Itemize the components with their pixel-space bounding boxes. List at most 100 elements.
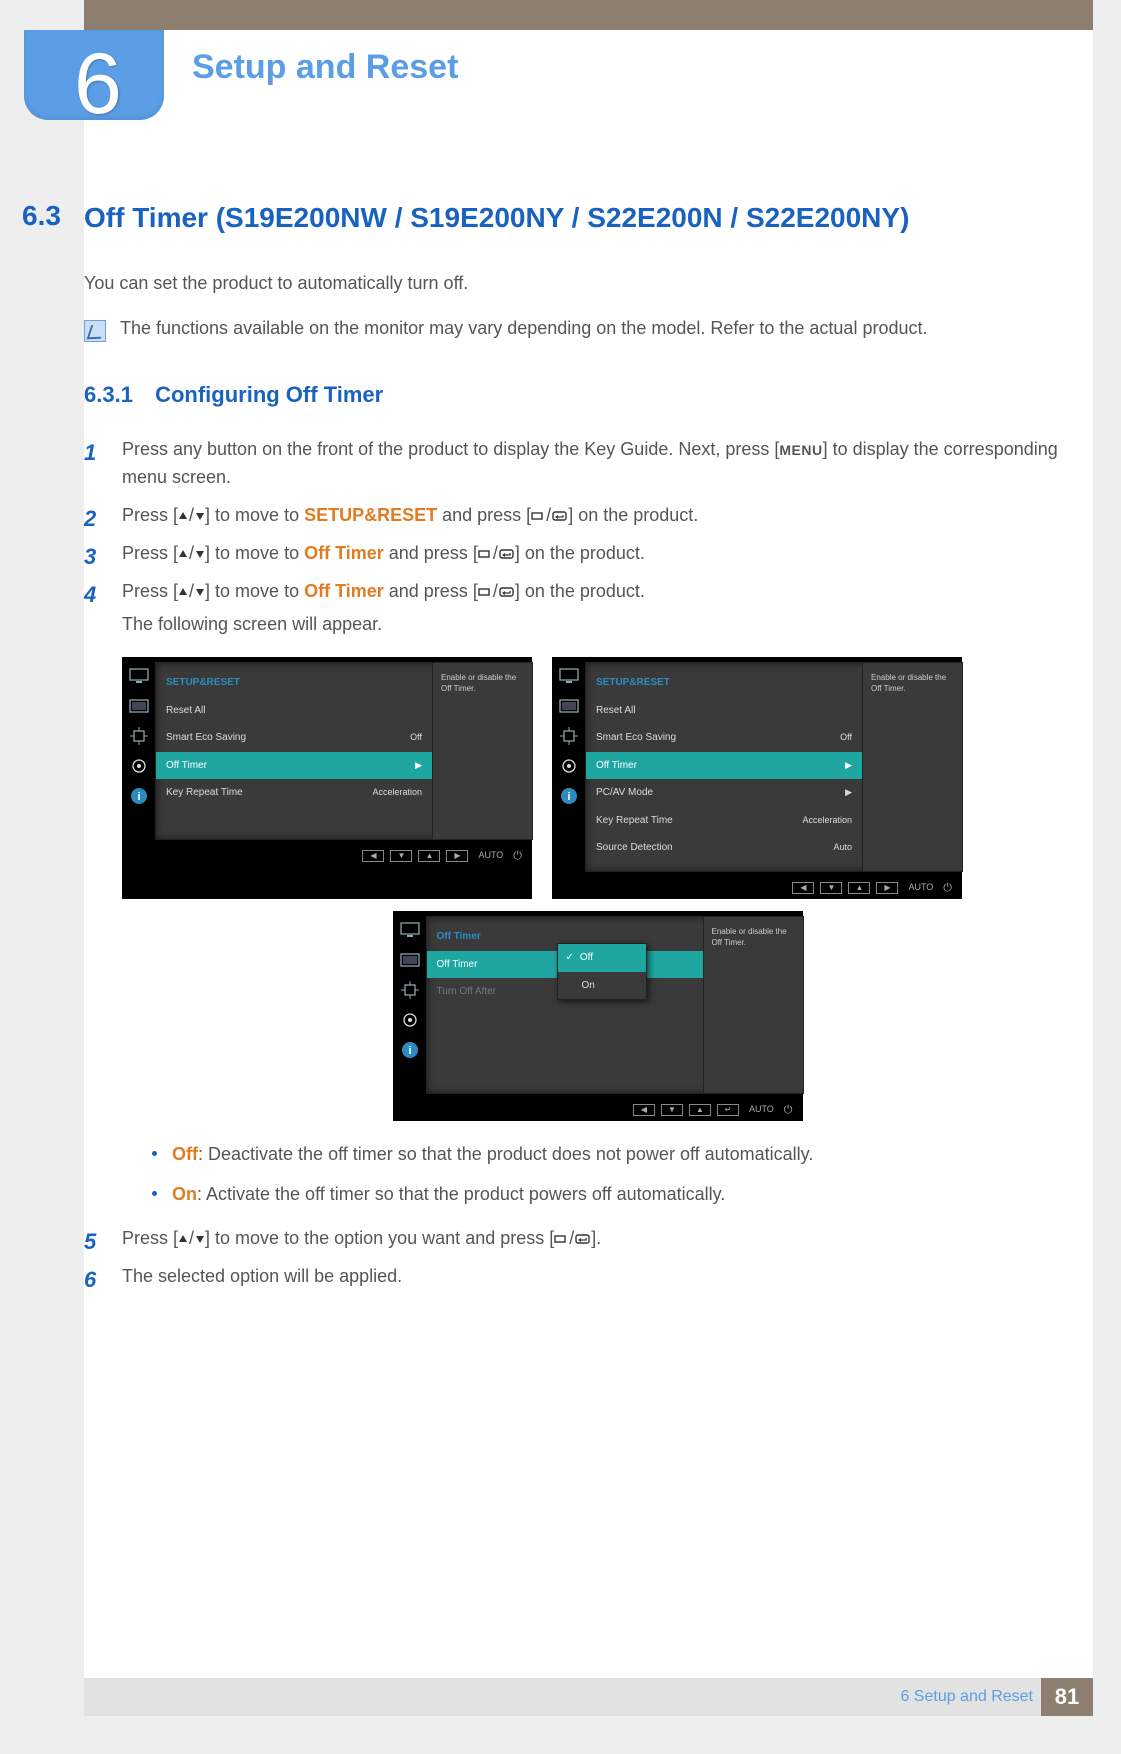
osd-side-icons: i <box>552 657 586 877</box>
osd-popup: ✓OffOn <box>557 943 647 1000</box>
info-icon: i <box>558 785 580 807</box>
osd-row: PC/AV Mode▶ <box>586 779 862 807</box>
section-number: 6.3 <box>22 200 61 232</box>
picture-icon <box>399 949 421 971</box>
step-6: The selected option will be applied. <box>84 1263 1073 1291</box>
info-icon: i <box>128 785 150 807</box>
chapter-number: 6 <box>74 35 122 134</box>
power-icon: ⏻ <box>943 880 952 897</box>
section-title: Off Timer (S19E200NW / S19E200NY / S22E2… <box>84 200 1073 235</box>
box-enter-icon: / <box>554 1232 591 1246</box>
off-timer-keyword: Off Timer <box>304 581 384 601</box>
note-text: The functions available on the monitor m… <box>120 318 927 339</box>
note-icon <box>84 320 106 342</box>
osd-row: Off Timer▶ <box>156 752 432 780</box>
osd-row: Off Timer▶ <box>586 752 862 780</box>
auto-label: AUTO <box>908 881 933 895</box>
up-icon: ▲ <box>418 850 440 862</box>
svg-text:i: i <box>137 791 140 803</box>
up-down-icon: / <box>178 585 205 599</box>
auto-label: AUTO <box>749 1103 774 1117</box>
osd-footer: ◀ ▼ ▲ ▶ AUTO ⏻ <box>122 845 532 867</box>
osd-row: Reset All <box>586 697 862 725</box>
step-4: Press [/] to move to Off Timer and press… <box>84 578 1073 1210</box>
popup-row: On <box>558 972 646 1000</box>
expand-icon <box>399 979 421 1001</box>
left-icon: ◀ <box>362 850 384 862</box>
box-enter-icon: / <box>478 547 515 561</box>
up-down-icon: / <box>178 547 205 561</box>
section-intro: You can set the product to automatically… <box>84 273 1073 294</box>
footer-text: 6 Setup and Reset <box>900 1688 1033 1706</box>
up-down-icon: / <box>178 1232 205 1246</box>
expand-icon <box>558 725 580 747</box>
subsection-title: 6.3.1 Configuring Off Timer <box>84 382 1073 408</box>
enter-icon: ↵ <box>717 1104 739 1116</box>
bullet-list: Off: Deactivate the off timer so that th… <box>152 1141 1073 1209</box>
power-icon: ⏻ <box>513 848 522 865</box>
step-3: Press [/] to move to Off Timer and press… <box>84 540 1073 568</box>
step-1: Press any button on the front of the pro… <box>84 436 1073 492</box>
right-icon: ▶ <box>876 882 898 894</box>
down-icon: ▼ <box>390 850 412 862</box>
osd-footer: ◀ ▼ ▲ ↵ AUTO ⏻ <box>393 1099 803 1121</box>
gear-icon <box>128 755 150 777</box>
svg-text:i: i <box>408 1045 411 1057</box>
menu-label: MENU <box>779 442 822 458</box>
osd-title: SETUP&RESET <box>586 671 862 697</box>
osd-screenshot-2: i SETUP&RESETReset AllSmart Eco SavingOf… <box>552 657 962 899</box>
picture-icon <box>128 695 150 717</box>
picture-icon <box>558 695 580 717</box>
up-icon: ▲ <box>848 882 870 894</box>
osd-side-icons: i <box>393 911 427 1099</box>
up-icon: ▲ <box>689 1104 711 1116</box>
left-icon: ◀ <box>633 1104 655 1116</box>
osd-row: Smart Eco SavingOff <box>586 724 862 752</box>
header-bar <box>84 0 1093 30</box>
popup-row: ✓Off <box>558 944 646 972</box>
auto-label: AUTO <box>478 849 503 863</box>
osd-row: Key Repeat TimeAcceleration <box>586 807 862 835</box>
note-box: The functions available on the monitor m… <box>84 318 1073 342</box>
left-icon: ◀ <box>792 882 814 894</box>
osd-help: Enable or disable the Off Timer. <box>703 917 803 1093</box>
down-icon: ▼ <box>820 882 842 894</box>
osd-row: Key Repeat TimeAcceleration <box>156 779 432 807</box>
osd-help: Enable or disable the Off Timer. <box>862 663 962 871</box>
chapter-title: Setup and Reset <box>192 48 458 87</box>
gear-icon <box>558 755 580 777</box>
off-timer-keyword: Off Timer <box>304 543 384 563</box>
setup-reset-keyword: SETUP&RESET <box>304 505 437 525</box>
osd-help: Enable or disable the Off Timer. <box>432 663 532 839</box>
subsection-number: 6.3.1 <box>84 382 133 407</box>
step-5: Press [/] to move to the option you want… <box>84 1225 1073 1253</box>
monitor-icon <box>399 919 421 941</box>
step-4-followup: The following screen will appear. <box>122 611 1073 639</box>
power-icon: ⏻ <box>784 1102 793 1119</box>
steps-list: Press any button on the front of the pro… <box>84 436 1073 1291</box>
chapter-tab: 6 <box>24 30 164 120</box>
up-down-icon: / <box>178 509 205 523</box>
svg-text:i: i <box>567 791 570 803</box>
right-icon: ▶ <box>446 850 468 862</box>
osd-row: Smart Eco SavingOff <box>156 724 432 752</box>
box-enter-icon: / <box>531 509 568 523</box>
osd-row: Reset All <box>156 697 432 725</box>
box-enter-icon: / <box>478 585 515 599</box>
osd-row: Source DetectionAuto <box>586 834 862 862</box>
bullet-on: On: Activate the off timer so that the p… <box>152 1181 1073 1209</box>
page-footer: 6 Setup and Reset 81 <box>84 1678 1093 1716</box>
footer-page-number: 81 <box>1041 1678 1093 1716</box>
info-icon: i <box>399 1039 421 1061</box>
step-2: Press [/] to move to SETUP&RESET and pre… <box>84 502 1073 530</box>
bullet-off: Off: Deactivate the off timer so that th… <box>152 1141 1073 1169</box>
osd-title: SETUP&RESET <box>156 671 432 697</box>
expand-icon <box>128 725 150 747</box>
osd-screenshot-3: i Off TimerOff TimerTurn Off After Enabl… <box>393 911 803 1121</box>
monitor-icon <box>558 665 580 687</box>
osd-side-icons: i <box>122 657 156 845</box>
subsection-heading: Configuring Off Timer <box>155 382 383 407</box>
gear-icon <box>399 1009 421 1031</box>
osd-screenshot-1: i SETUP&RESETReset AllSmart Eco SavingOf… <box>122 657 532 899</box>
osd-footer: ◀ ▼ ▲ ▶ AUTO ⏻ <box>552 877 962 899</box>
